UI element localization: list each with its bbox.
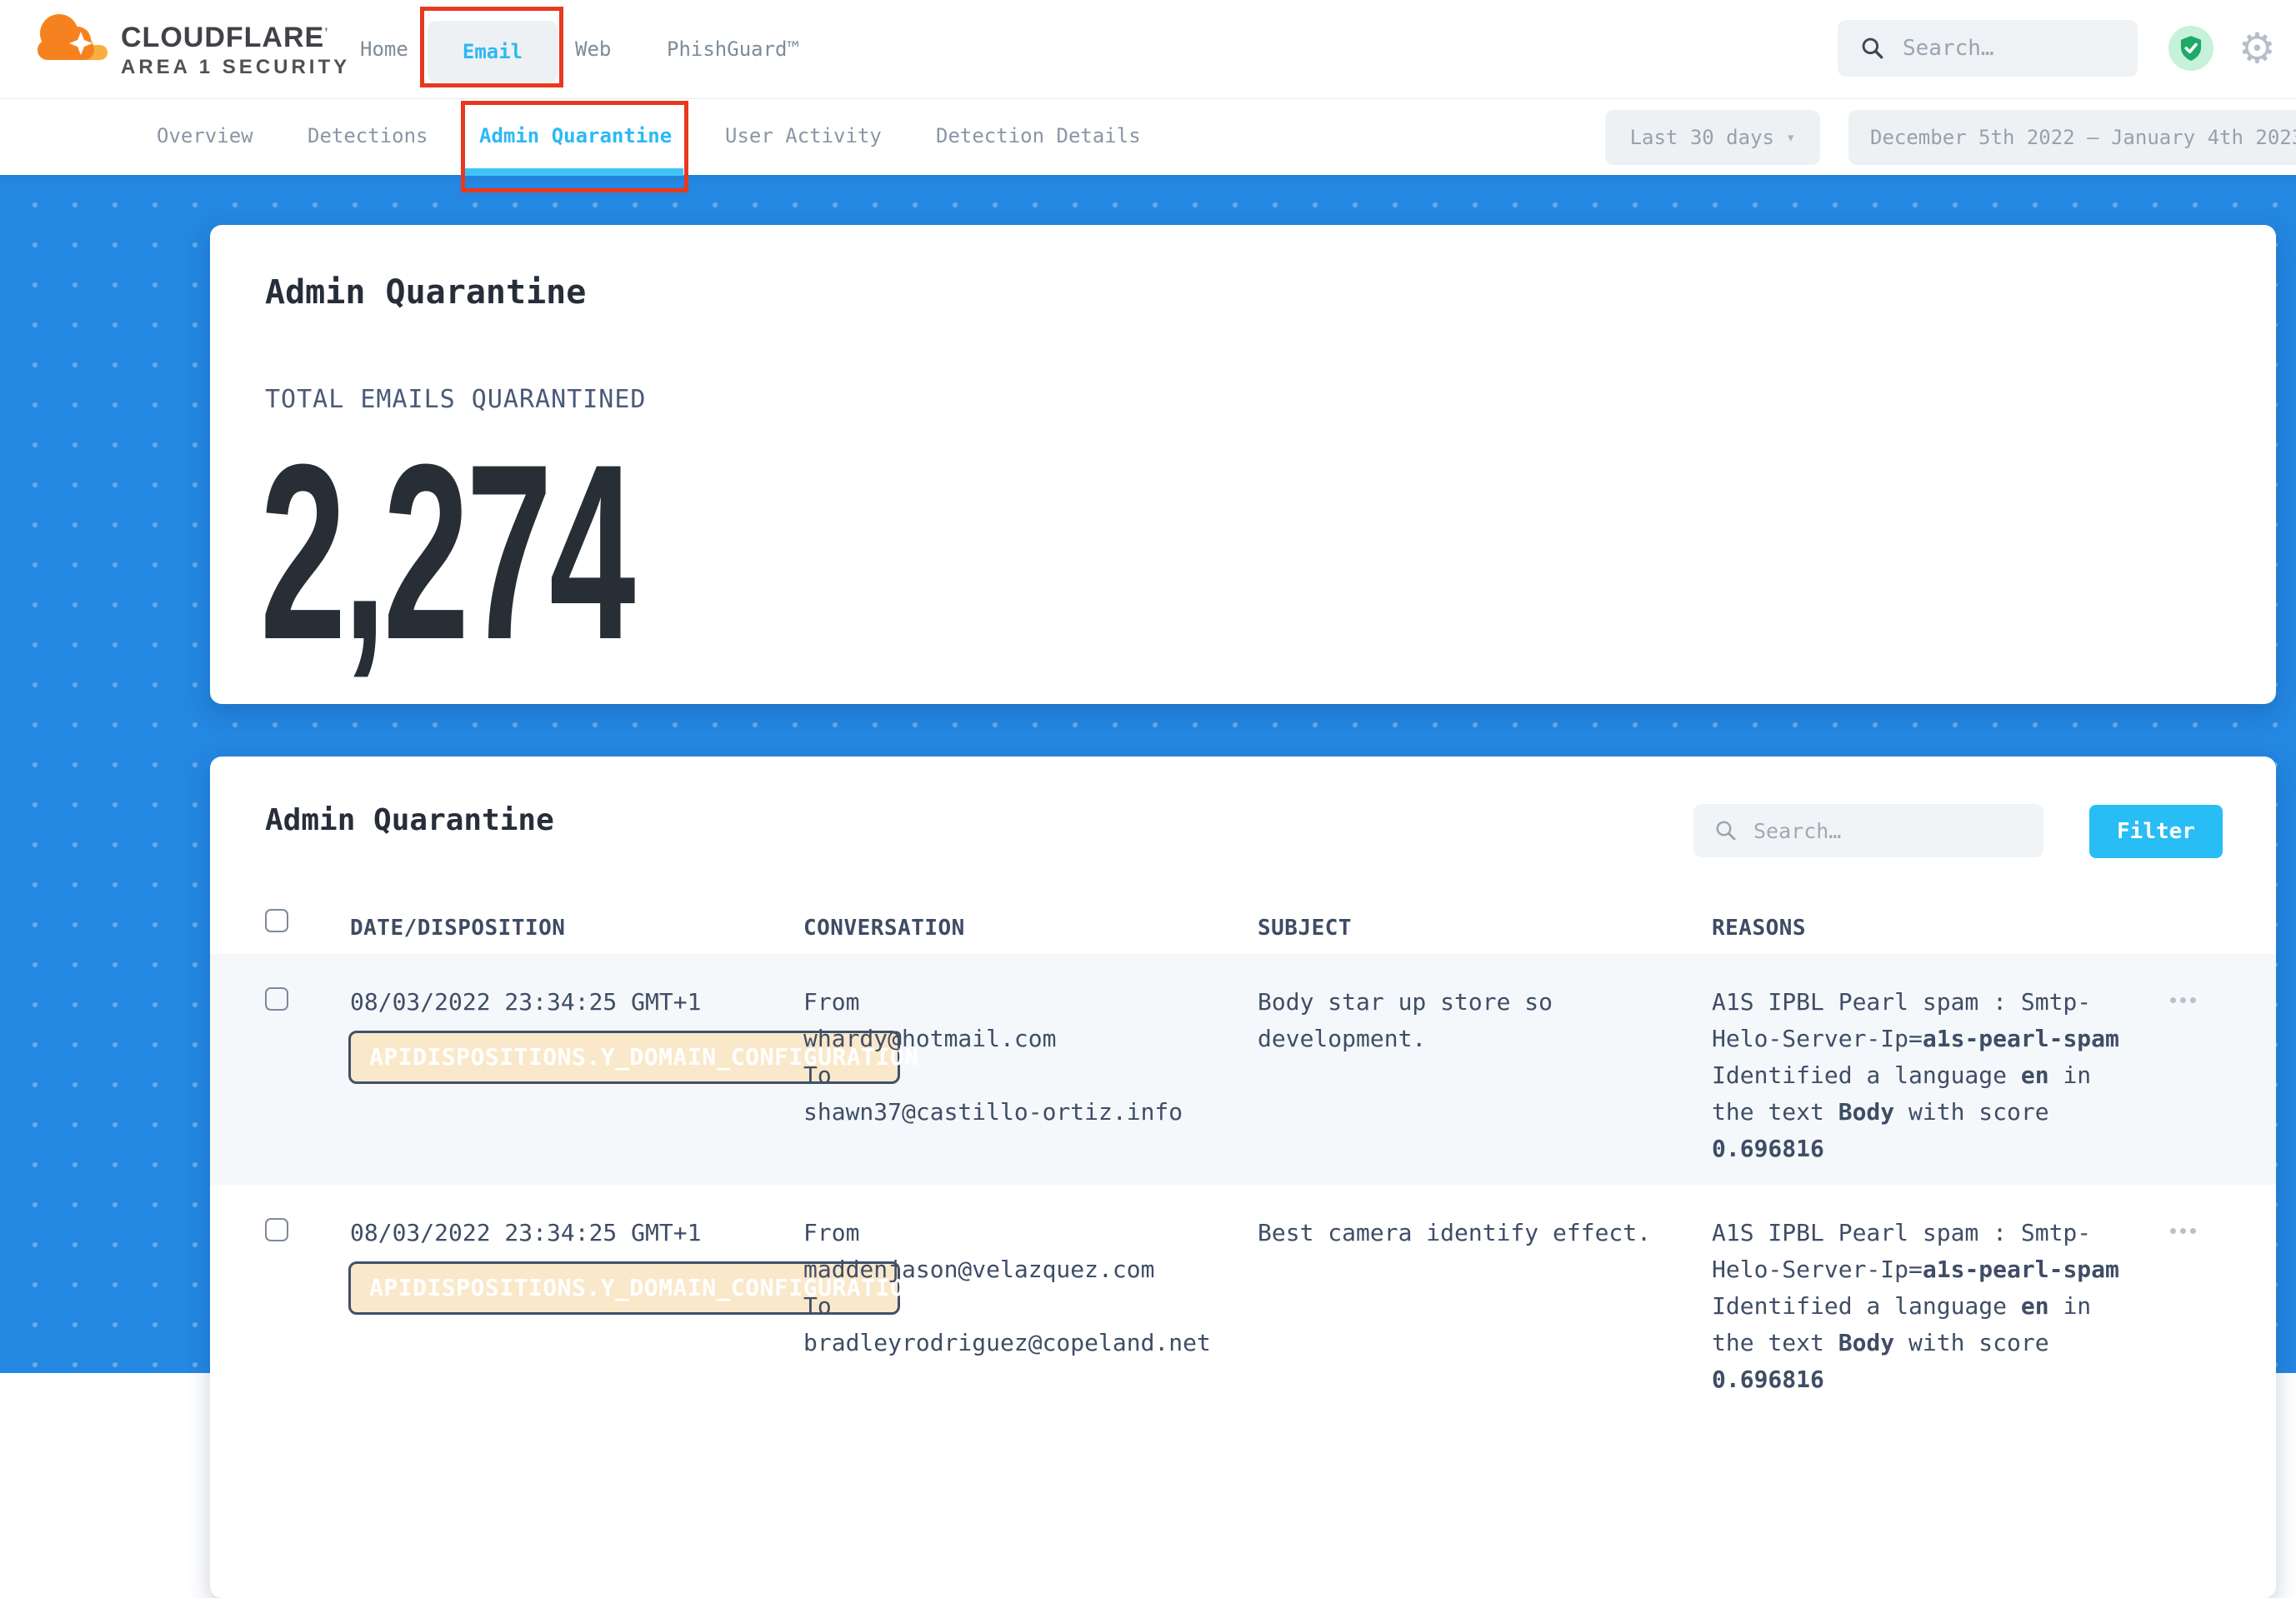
- table-search[interactable]: [1693, 804, 2043, 857]
- nav-item-web[interactable]: Web: [575, 37, 611, 61]
- row-subject: Best camera identify effect.: [1258, 1215, 1666, 1251]
- row-subject: Body star up store so development.: [1258, 984, 1666, 1057]
- row-date: 08/03/2022 23:34:25 GMT+1: [350, 1215, 701, 1251]
- nav-item-email[interactable]: Email: [428, 21, 558, 82]
- cloudflare-cloud-icon: [29, 8, 113, 68]
- from-address: maddenjason@velazquez.com: [803, 1251, 1270, 1288]
- summary-card: Admin Quarantine TOTAL EMAILS QUARANTINE…: [210, 225, 2276, 704]
- from-address: whardy@hotmail.com: [803, 1021, 1270, 1057]
- global-search-input[interactable]: [1903, 36, 2119, 61]
- row-conversation: From maddenjason@velazquez.com To bradle…: [803, 1215, 1270, 1361]
- shield-check-icon: [2177, 34, 2205, 62]
- search-icon: [1859, 35, 1886, 62]
- search-icon: [1713, 818, 1738, 843]
- from-label: From: [803, 1215, 1270, 1251]
- table-header: DATE/DISPOSITION CONVERSATION SUBJECT RE…: [210, 902, 2276, 954]
- row-date: 08/03/2022 23:34:25 GMT+1: [350, 984, 701, 1021]
- quarantine-table-card: Admin Quarantine Filter DATE/DISPOSITION…: [210, 757, 2276, 1598]
- caret-down-icon: ▾: [1786, 128, 1795, 147]
- filter-button[interactable]: Filter: [2089, 805, 2223, 858]
- to-label: To: [803, 1288, 1270, 1325]
- row-checkbox[interactable]: [265, 987, 288, 1011]
- tab-detection-details[interactable]: Detection Details: [936, 124, 1141, 147]
- to-address: bradleyrodriguez@copeland.net: [803, 1325, 1270, 1361]
- date-range-selector[interactable]: Last 30 days ▾: [1605, 110, 1820, 165]
- to-label: To: [803, 1057, 1270, 1094]
- summary-card-title: Admin Quarantine: [265, 273, 586, 312]
- app-header: CLOUDFLARE’ AREA 1 SECURITY Home Email W…: [0, 0, 2296, 98]
- table-row: 08/03/2022 23:34:25 GMT+1 APIDISPOSITION…: [210, 1185, 2276, 1416]
- table-search-input[interactable]: [1753, 819, 2003, 843]
- total-quarantined-value: 2,274: [260, 427, 633, 677]
- active-tab-underline: [464, 168, 683, 176]
- tab-overview[interactable]: Overview: [157, 124, 253, 147]
- row-actions-menu[interactable]: [2170, 997, 2196, 1003]
- logo-brand: CLOUDFLARE’: [121, 22, 350, 54]
- nav-item-phishguard[interactable]: PhishGuard™: [667, 37, 799, 61]
- logo-subtitle: AREA 1 SECURITY: [121, 56, 350, 79]
- column-header-reasons: REASONS: [1712, 916, 1806, 941]
- select-all-checkbox[interactable]: [265, 909, 288, 932]
- table-body: 08/03/2022 23:34:25 GMT+1 APIDISPOSITION…: [210, 954, 2276, 1416]
- date-range-display[interactable]: December 5th 2022 — January 4th 2023: [1848, 110, 2296, 165]
- row-conversation: From whardy@hotmail.com To shawn37@casti…: [803, 984, 1270, 1131]
- column-header-date-disposition: DATE/DISPOSITION: [350, 916, 565, 941]
- from-label: From: [803, 984, 1270, 1021]
- total-quarantined-label: TOTAL EMAILS QUARANTINED: [265, 385, 646, 414]
- row-checkbox[interactable]: [265, 1218, 288, 1241]
- logo-trademark: ’: [324, 26, 328, 40]
- table-card-title: Admin Quarantine: [265, 803, 554, 837]
- nav-item-home[interactable]: Home: [360, 37, 408, 61]
- row-actions-menu[interactable]: [2170, 1228, 2196, 1234]
- row-reasons: A1S IPBL Pearl spam : Smtp-Helo-Server-I…: [1712, 1215, 2133, 1398]
- email-subnav: Overview Detections Admin Quarantine Use…: [0, 98, 2296, 175]
- security-status-badge[interactable]: [2168, 26, 2213, 71]
- tab-detections[interactable]: Detections: [308, 124, 428, 147]
- page-background: Admin Quarantine TOTAL EMAILS QUARANTINE…: [0, 175, 2296, 1373]
- gear-icon[interactable]: ⚙: [2238, 25, 2276, 72]
- table-row: 08/03/2022 23:34:25 GMT+1 APIDISPOSITION…: [210, 954, 2276, 1185]
- column-header-subject: SUBJECT: [1258, 916, 1352, 941]
- to-address: shawn37@castillo-ortiz.info: [803, 1094, 1270, 1131]
- global-search[interactable]: [1838, 20, 2138, 77]
- cloudflare-area1-logo: CLOUDFLARE’ AREA 1 SECURITY: [29, 8, 350, 79]
- tab-user-activity[interactable]: User Activity: [725, 124, 882, 147]
- column-header-conversation: CONVERSATION: [803, 916, 965, 941]
- tab-admin-quarantine[interactable]: Admin Quarantine: [479, 124, 672, 147]
- row-reasons: A1S IPBL Pearl spam : Smtp-Helo-Server-I…: [1712, 984, 2133, 1167]
